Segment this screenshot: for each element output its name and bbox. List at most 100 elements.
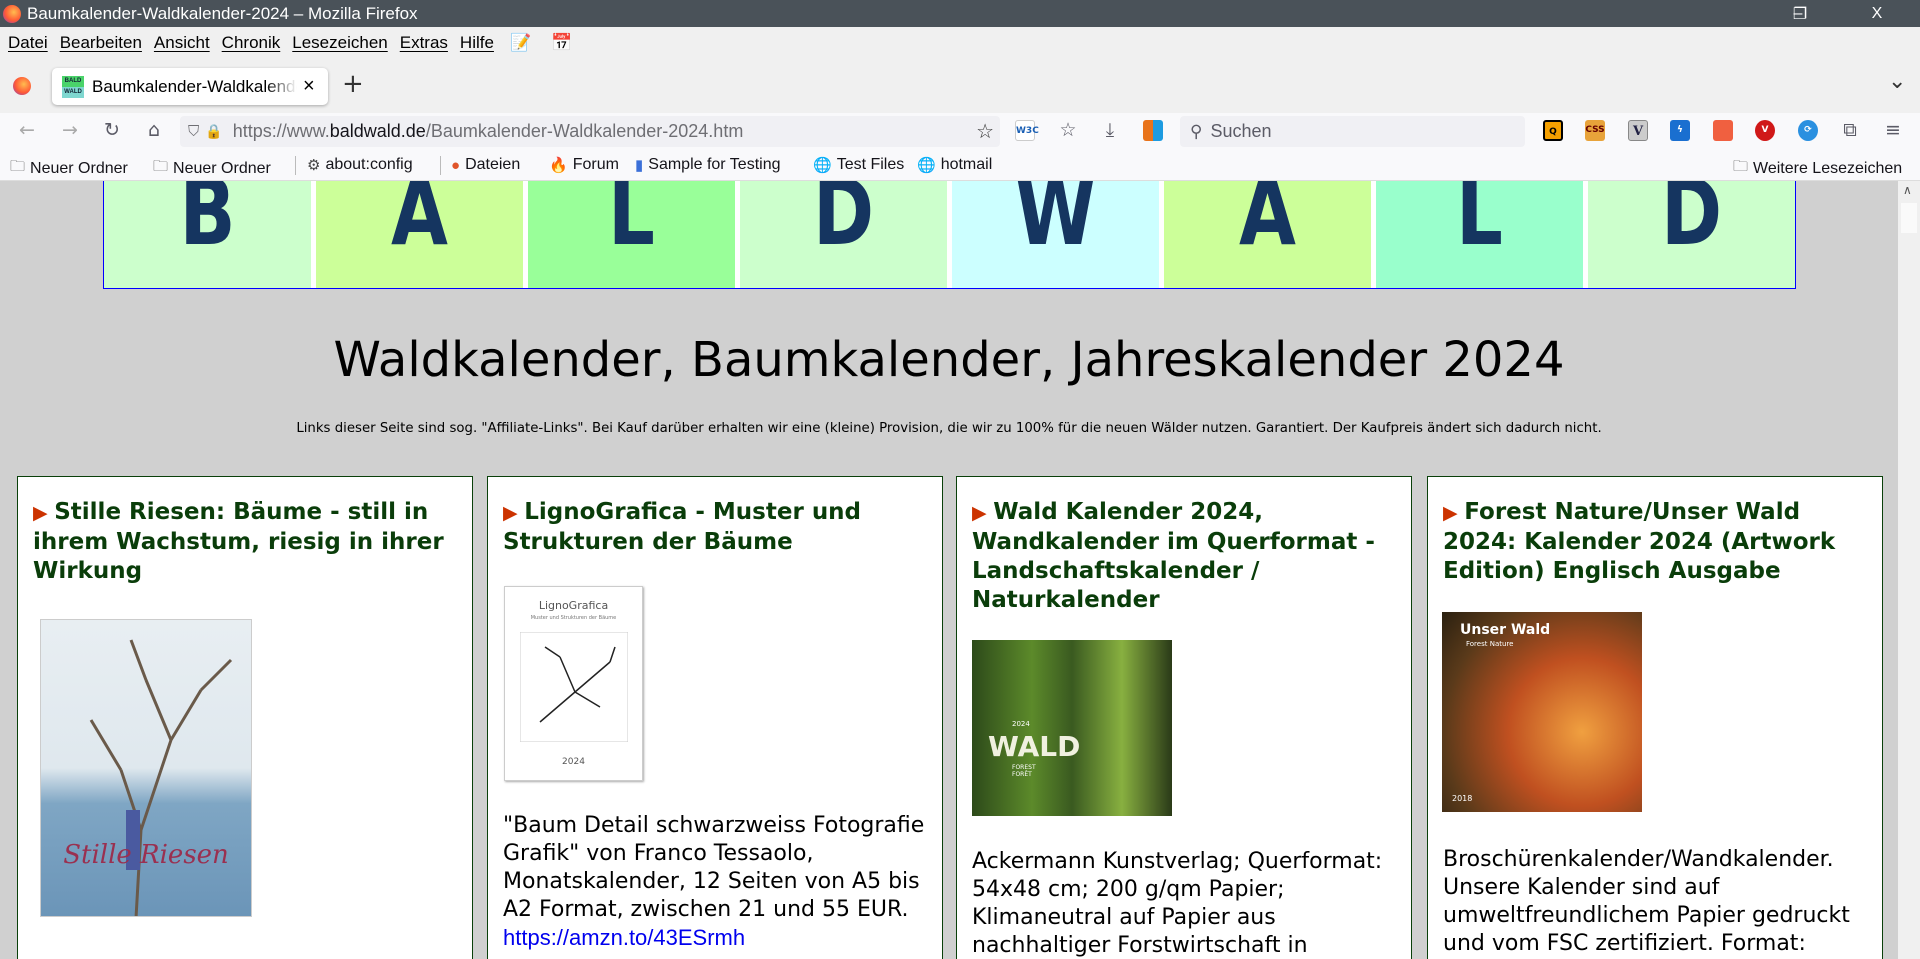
notepad-icon[interactable]: 📝 [510, 33, 531, 53]
extensions-puzzle-icon[interactable]: ⧉ [1838, 119, 1862, 141]
vivaldi-extension-icon[interactable]: V [1755, 120, 1775, 141]
bookmark-forum[interactable]: 🔥 Forum [549, 156, 619, 174]
window-title: Baumkalender-Waldkalender-2024 – Mozilla… [27, 3, 418, 23]
bookmark-dateien[interactable]: ● Dateien [451, 156, 520, 174]
menu-extras[interactable]: Extras [400, 33, 448, 53]
tab-active[interactable]: BALD WALD Baumkalender-Waldkalender-2024… [52, 68, 328, 105]
triangle-bullet-icon: ▶ [1443, 502, 1465, 524]
cover-subtitle: Muster und Strukturen der Bäume [530, 615, 617, 621]
bookmark-star-icon[interactable]: ☆ [976, 119, 994, 144]
search-icon: ⚲ [1190, 121, 1203, 141]
shield-icon[interactable]: ⛉ [188, 123, 199, 140]
product-description: Broschürenkalender/Wandkalender. Unsere … [1443, 847, 1850, 956]
product-title[interactable]: ▶ Stille Riesen: Bäume - still in ihrem … [33, 498, 463, 586]
list-all-tabs-button[interactable]: ⌄ [1888, 69, 1906, 94]
firefox-view-icon[interactable] [13, 77, 31, 95]
menu-ansicht[interactable]: Ansicht [154, 33, 210, 53]
cover-title: WALD [988, 730, 1081, 763]
cover-title: Stille Riesen [63, 840, 229, 870]
bookmark-label: Neuer Ordner [173, 159, 271, 177]
flash-extension-icon[interactable]: ϟ [1670, 120, 1690, 141]
product-description: "Baum Detail schwarzweiss Fotografie Gra… [503, 812, 935, 953]
product-title-text: Forest Nature/Unser Wald 2024: Kalender … [1443, 499, 1836, 584]
menu-datei[interactable]: Datei [8, 33, 48, 53]
product-card: ▶ LignoGrafica - Muster und Strukturen d… [487, 476, 943, 959]
banner-letter-tile: B [104, 181, 311, 288]
search-extension-icon[interactable]: Q [1543, 120, 1563, 141]
search-input[interactable]: ⚲ Suchen [1180, 116, 1525, 147]
hamburger-menu-icon[interactable]: ≡ [1881, 119, 1905, 141]
triangle-bullet-icon: ▶ [972, 502, 994, 524]
new-tab-button[interactable]: + [342, 69, 364, 99]
banner-letter: W [1014, 181, 1097, 266]
reload-button[interactable]: ↻ [100, 119, 124, 141]
firefox-logo-icon [3, 4, 21, 23]
product-cover-image[interactable]: Unser Wald Forest Nature 2018 [1442, 612, 1642, 812]
folder-icon: 🗀 [153, 158, 169, 175]
banner-letter: A [391, 181, 448, 266]
bookmark-folder[interactable]: 🗀 Neuer Ordner [153, 156, 271, 181]
product-title-text: Stille Riesen: Bäume - still in ihrem Wa… [33, 499, 444, 584]
banner-letter: L [608, 181, 655, 266]
calendar-icon[interactable]: 📅 [551, 33, 572, 53]
bookmark-test-files[interactable]: 🌐 Test Files [813, 156, 904, 174]
affiliate-disclaimer: Links dieser Seite sind sog. "Affiliate-… [296, 421, 1602, 436]
more-bookmarks[interactable]: 🗀 Weitere Lesezeichen [1733, 156, 1902, 181]
product-title-text: Wald Kalender 2024, Wandkalender im Quer… [972, 499, 1375, 613]
banner-letter: D [812, 181, 875, 266]
product-title[interactable]: ▶ LignoGrafica - Muster und Strukturen d… [503, 498, 933, 557]
css-validator-icon[interactable]: CSS [1585, 120, 1605, 141]
menu-bar: Datei Bearbeiten Ansicht Chronik Lesezei… [0, 27, 1920, 59]
scroll-up-arrow-icon[interactable]: ∧ [1903, 183, 1912, 197]
product-cover-image[interactable]: LignoGrafica Muster und Strukturen der B… [504, 586, 643, 781]
firefox-icon: ● [451, 156, 461, 174]
flame-icon: 🔥 [549, 157, 568, 174]
product-title[interactable]: ▶ Forest Nature/Unser Wald 2024: Kalende… [1443, 498, 1873, 586]
bookmark-hotmail[interactable]: 🌐 hotmail [917, 156, 992, 174]
bookmark-label: Neuer Ordner [30, 159, 128, 177]
navigation-toolbar: ← → ↻ ⌂ ⛉ 🔒 https://www. baldwald.de/Baum… [0, 113, 1920, 149]
bookmark-about-config[interactable]: ⚙ about:config [307, 156, 413, 174]
bookmark-folder[interactable]: 🗀 Neuer Ordner [10, 156, 128, 181]
close-button[interactable]: X [1857, 0, 1897, 27]
back-button[interactable]: ← [15, 119, 39, 141]
vertical-scrollbar[interactable]: ∧ [1898, 181, 1920, 959]
home-button[interactable]: ⌂ [142, 119, 166, 141]
url-bar[interactable]: ⛉ 🔒 https://www. baldwald.de/Baumkalender… [180, 116, 1000, 147]
product-card: ▶ Stille Riesen: Bäume - still in ihrem … [17, 476, 473, 959]
cover-subtitle: FOREST FORÊT [1012, 764, 1036, 778]
bookmark-label: Forum [572, 156, 619, 173]
product-title[interactable]: ▶ Wald Kalender 2024, Wandkalender im Qu… [972, 498, 1402, 615]
menu-hilfe[interactable]: Hilfe [460, 33, 494, 53]
w3c-validator-icon[interactable]: W3C [1015, 120, 1039, 141]
affiliate-link[interactable]: https://amzn.to/43ESrmh [503, 925, 745, 950]
image-edit-extension-icon[interactable] [1713, 120, 1733, 141]
document-icon: ▮ [635, 157, 644, 174]
description-text: "Baum Detail schwarzweiss Fotografie Gra… [503, 813, 925, 922]
url-domain: baldwald.de [329, 121, 426, 141]
sync-extension-icon[interactable]: ⟳ [1798, 120, 1818, 141]
v-extension-icon[interactable]: V [1628, 120, 1648, 141]
bookmark-label: about:config [325, 156, 413, 173]
menu-bearbeiten[interactable]: Bearbeiten [60, 33, 142, 53]
tab-close-button[interactable]: × [303, 75, 315, 98]
restore-icon: ❐ [1792, 5, 1808, 23]
scrollbar-thumb[interactable] [1901, 203, 1917, 233]
menu-chronik[interactable]: Chronik [222, 33, 281, 53]
downloads-icon[interactable]: ⤓ [1098, 119, 1122, 141]
url-prefix: https://www. [232, 121, 330, 141]
banner-letter-tile: D [740, 181, 947, 288]
baldwald-banner[interactable]: BALDWALD [103, 181, 1796, 289]
menu-lesezeichen[interactable]: Lesezeichen [292, 33, 387, 53]
product-cover-image[interactable]: Stille Riesen [40, 619, 252, 917]
lock-icon[interactable]: 🔒 [205, 123, 222, 140]
extension-icon[interactable] [1143, 120, 1163, 141]
separator [295, 156, 296, 175]
forward-button[interactable]: → [58, 119, 82, 141]
product-description: Ackermann Kunstverlag; Querformat: 54x48… [972, 849, 1383, 958]
bookmark-sample-for-testing[interactable]: ▮ Sample for Testing [635, 156, 780, 174]
restore-button[interactable]: ❐ [1780, 0, 1820, 27]
bookmark-label: Test Files [836, 156, 905, 173]
product-cover-image[interactable]: WALD 2024 FOREST FORÊT [972, 640, 1172, 816]
bookmarks-menu-icon[interactable]: ☆ [1056, 119, 1080, 141]
